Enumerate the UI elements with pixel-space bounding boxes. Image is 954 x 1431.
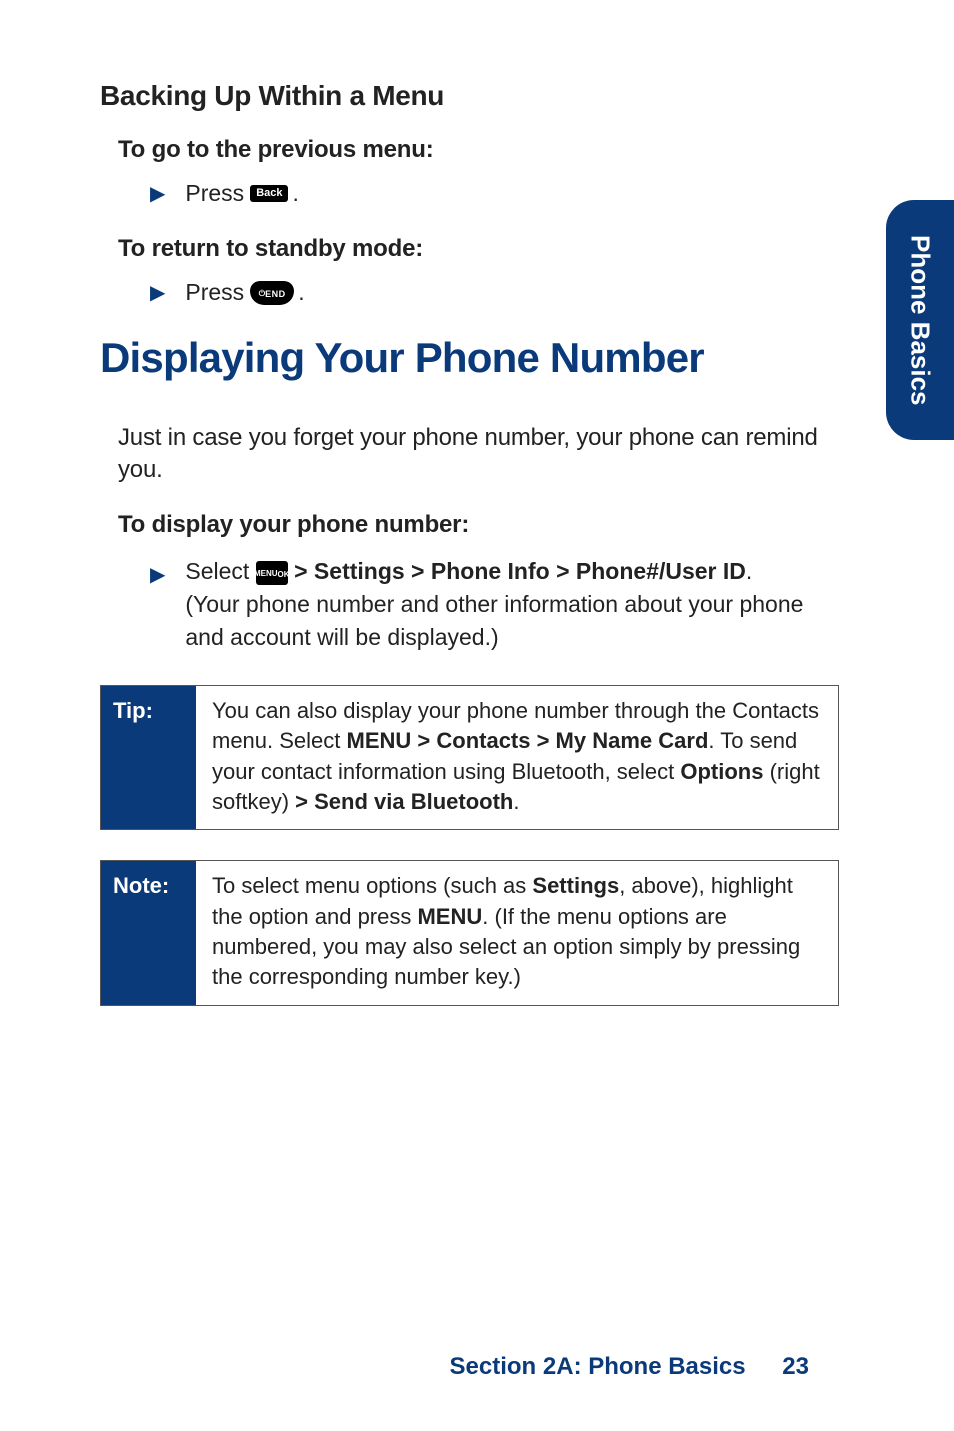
note-b2: MENU <box>417 904 482 929</box>
select-word: Select <box>185 558 249 584</box>
tip-b3: > Send via Bluetooth <box>295 789 513 814</box>
end-key-icon: ⏻ END <box>250 281 294 305</box>
period: . <box>292 180 298 207</box>
subheading-backing-up: Backing Up Within a Menu <box>100 80 839 112</box>
press-text: Press <box>185 180 244 207</box>
tip-callout: Tip: You can also display your phone num… <box>100 685 839 830</box>
tip-label: Tip: <box>101 686 196 829</box>
note-t1: To select menu options (such as <box>212 873 532 898</box>
heading-displaying-phone-number: Displaying Your Phone Number <box>100 334 839 382</box>
label-display-phone-number: To display your phone number: <box>118 511 839 539</box>
side-tab-phone-basics: Phone Basics <box>886 200 954 440</box>
side-tab-label: Phone Basics <box>905 235 936 406</box>
back-key-icon: Back <box>250 185 288 202</box>
tip-b1: MENU > Contacts > My Name Card <box>347 728 709 753</box>
instruction-press-back: ▶ Press Back . <box>150 180 839 207</box>
select-content: Select MENU OK > Settings > Phone Info >… <box>185 555 805 655</box>
period: . <box>298 279 304 306</box>
note-content: To select menu options (such as Settings… <box>196 861 838 1004</box>
intro-text: Just in case you forget your phone numbe… <box>118 422 839 487</box>
bullet-triangle-icon: ▶ <box>150 561 165 590</box>
footer-page-number: 23 <box>782 1353 809 1380</box>
menu-ok-key-icon: MENU OK <box>256 561 288 585</box>
tip-t4: . <box>513 789 519 814</box>
ok-label: OK <box>278 571 290 579</box>
tip-content: You can also display your phone number t… <box>196 686 838 829</box>
note-b1: Settings <box>532 873 619 898</box>
instruction-press-end: ▶ Press ⏻ END . <box>150 279 839 306</box>
note-callout: Note: To select menu options (such as Se… <box>100 860 839 1005</box>
bullet-triangle-icon: ▶ <box>150 181 165 206</box>
menu-label: MENU <box>254 570 278 578</box>
page-footer: Section 2A: Phone Basics 23 <box>100 1353 839 1381</box>
bullet-triangle-icon: ▶ <box>150 280 165 305</box>
instruction-select-menu: ▶ Select MENU OK > Settings > Phone Info… <box>150 555 839 655</box>
label-previous-menu: To go to the previous menu: <box>118 136 839 164</box>
label-standby-mode: To return to standby mode: <box>118 235 839 263</box>
press-text: Press <box>185 279 244 306</box>
note-label: Note: <box>101 861 196 1004</box>
tip-b2: Options <box>680 759 763 784</box>
page: Backing Up Within a Menu To go to the pr… <box>0 0 954 1431</box>
end-label: END <box>265 290 286 299</box>
footer-section-label: Section 2A: Phone Basics <box>450 1353 746 1380</box>
menu-path: > Settings > Phone Info > Phone#/User ID <box>294 558 746 584</box>
